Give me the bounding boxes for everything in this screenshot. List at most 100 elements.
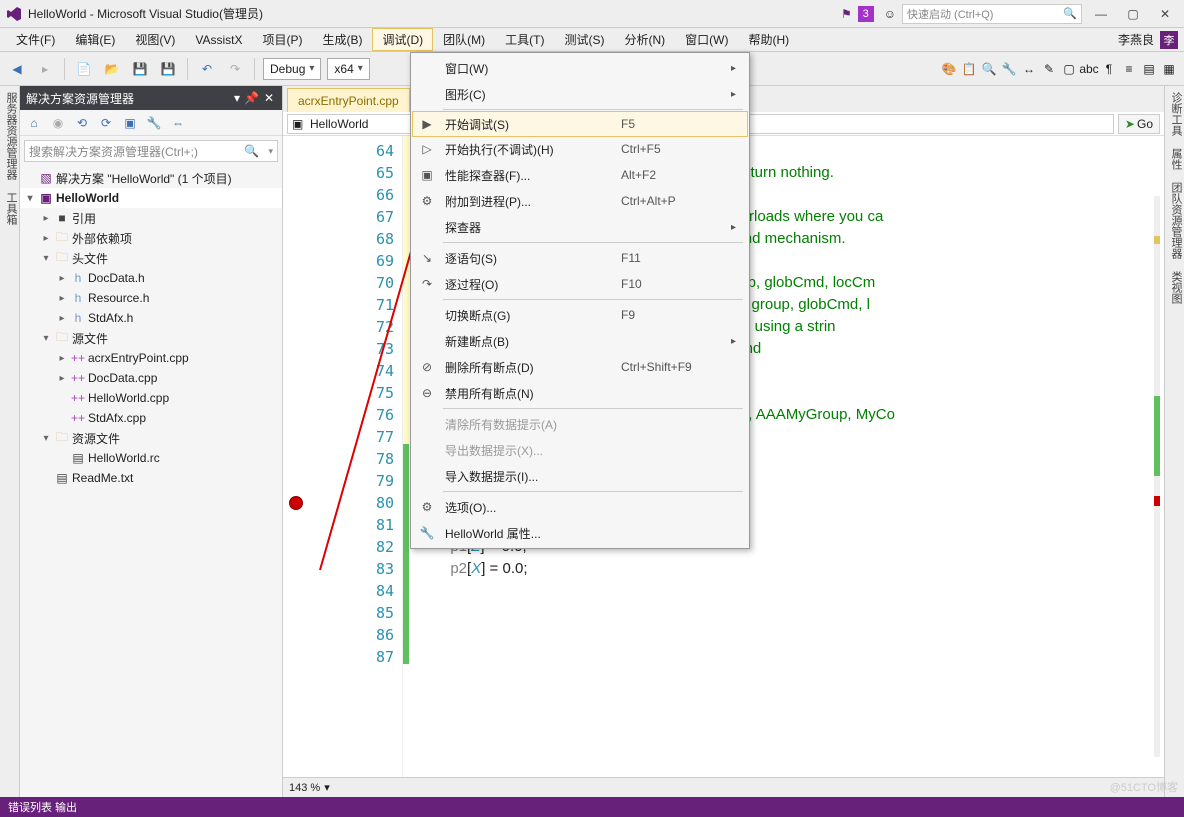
tree-node[interactable]: ▸■引用 [20,208,282,228]
line-number[interactable]: 82 [283,536,394,558]
save-all-button[interactable]: 💾 [157,58,179,80]
line-number[interactable]: 85 [283,602,394,624]
tb-icon[interactable]: ↔ [1020,60,1038,78]
tb-icon[interactable]: 🔍 [980,60,998,78]
chevron-down-icon[interactable]: ▾ [324,781,330,794]
quick-launch-input[interactable]: 快速启动 (Ctrl+Q) 🔍 [902,4,1082,24]
tree-node[interactable]: ▾🗀头文件 [20,248,282,268]
line-number[interactable]: 76 [283,404,394,426]
line-number[interactable]: 72 [283,316,394,338]
menu-item[interactable]: 分析(N) [614,28,675,51]
tb-icon[interactable]: ≡ [1120,60,1138,78]
collapse-icon[interactable]: ▣ [120,113,140,133]
menu-item[interactable]: 团队(M) [433,28,495,51]
tree-node[interactable]: ▸hStdAfx.h [20,308,282,328]
tree-node[interactable]: ▸hResource.h [20,288,282,308]
tree-node[interactable]: ▾▣HelloWorld [20,188,282,208]
undo-button[interactable]: ↶ [196,58,218,80]
menu-item[interactable]: 视图(V) [125,28,185,51]
nav-back-button[interactable]: ◀ [6,58,28,80]
breakpoint-icon[interactable] [289,496,303,510]
line-number[interactable]: 68 [283,228,394,250]
close-button[interactable]: ✕ [1152,3,1178,25]
tb-icon[interactable]: ¶ [1100,60,1118,78]
feedback-icon[interactable]: ☺ [884,7,896,21]
pin-icon[interactable]: 📌 [244,91,258,105]
menu-item[interactable]: ▷开始执行(不调试)(H)Ctrl+F5 [413,136,747,162]
line-gutter[interactable]: 6465666768697071727374757677787980818283… [283,136,403,777]
save-button[interactable]: 💾 [129,58,151,80]
menu-item[interactable]: 调试(D) [372,28,433,51]
tree-node[interactable]: ▸🗀外部依赖项 [20,228,282,248]
back-icon[interactable]: ◉ [48,113,68,133]
editor-tab[interactable]: acrxEntryPoint.cpp [287,88,410,112]
menu-item[interactable]: 生成(B) [312,28,372,51]
maximize-button[interactable]: ▢ [1120,3,1146,25]
line-number[interactable]: 66 [283,184,394,206]
new-project-button[interactable]: 📄 [73,58,95,80]
line-number[interactable]: 77 [283,426,394,448]
flag-icon[interactable]: ⚑ [841,7,852,21]
tree-node[interactable]: ++HelloWorld.cpp [20,388,282,408]
menu-item[interactable]: ↘逐语句(S)F11 [413,245,747,271]
menu-item[interactable]: ▶开始调试(S)F5 [412,111,748,137]
menu-item[interactable]: VAssistX [185,30,252,50]
menu-item[interactable]: ⚙选项(O)... [413,494,747,520]
line-number[interactable]: 73 [283,338,394,360]
tree-node[interactable]: ▤ReadMe.txt [20,468,282,488]
solution-tree[interactable]: ▧解决方案 "HelloWorld" (1 个项目)▾▣HelloWorld▸■… [20,166,282,797]
menu-item[interactable]: 导入数据提示(I)... [413,463,747,489]
tb-icon[interactable]: 📋 [960,60,978,78]
nav-fwd-button[interactable]: ▸ [34,58,56,80]
line-number[interactable]: 75 [283,382,394,404]
left-side-tabs[interactable]: 服务器资源管理器 工具箱 [0,86,20,797]
menu-item[interactable]: 文件(F) [6,28,65,51]
line-number[interactable]: 84 [283,580,394,602]
tb-icon[interactable]: ▤ [1140,60,1158,78]
view-icon[interactable]: ⇔ [168,113,188,133]
config-combo[interactable]: Debug▾ [263,58,321,80]
menu-item[interactable]: 🔧HelloWorld 属性... [413,520,747,546]
tree-node[interactable]: ▤HelloWorld.rc [20,448,282,468]
tree-node[interactable]: ▾🗀源文件 [20,328,282,348]
refresh-icon[interactable]: ⟳ [96,113,116,133]
line-number[interactable]: 67 [283,206,394,228]
panel-search-input[interactable]: 搜索解决方案资源管理器(Ctrl+;) 🔍 ▾ [24,140,278,162]
menu-item[interactable]: 帮助(H) [738,28,799,51]
tree-node[interactable]: ▧解决方案 "HelloWorld" (1 个项目) [20,168,282,188]
tree-node[interactable]: ▸++DocData.cpp [20,368,282,388]
notification-badge[interactable]: 3 [858,6,874,22]
tb-icon[interactable]: ▢ [1060,60,1078,78]
menu-item[interactable]: ⊘删除所有断点(D)Ctrl+Shift+F9 [413,354,747,380]
menu-item[interactable]: 编辑(E) [65,28,125,51]
close-panel-icon[interactable]: ✕ [262,91,276,105]
tree-node[interactable]: ▸++acrxEntryPoint.cpp [20,348,282,368]
line-number[interactable]: 70 [283,272,394,294]
menu-item[interactable]: ⚙附加到进程(P)...Ctrl+Alt+P [413,188,747,214]
menu-item[interactable]: 图形(C)▸ [413,81,747,107]
tb-icon[interactable]: abc [1080,60,1098,78]
line-number[interactable]: 74 [283,360,394,382]
menu-item[interactable]: ▣性能探查器(F)...Alt+F2 [413,162,747,188]
minimize-button[interactable]: — [1088,3,1114,25]
line-number[interactable]: 79 [283,470,394,492]
user-avatar[interactable]: 李 [1160,31,1178,49]
line-number[interactable]: 87 [283,646,394,668]
line-number[interactable]: 65 [283,162,394,184]
redo-button[interactable]: ↷ [224,58,246,80]
line-number[interactable]: 78 [283,448,394,470]
open-button[interactable]: 📂 [101,58,123,80]
user-name[interactable]: 李燕良 [1112,31,1160,48]
line-number[interactable]: 81 [283,514,394,536]
menu-item[interactable]: 新建断点(B)▸ [413,328,747,354]
line-number[interactable]: 69 [283,250,394,272]
props-icon[interactable]: 🔧 [144,113,164,133]
tb-icon[interactable]: 🎨 [940,60,958,78]
menu-item[interactable]: 项目(P) [252,28,312,51]
go-button[interactable]: ➤Go [1118,114,1160,134]
line-number[interactable]: 83 [283,558,394,580]
menu-item[interactable]: ↷逐过程(O)F10 [413,271,747,297]
tree-node[interactable]: ▾🗀资源文件 [20,428,282,448]
zoom-value[interactable]: 143 % [289,782,320,794]
menu-item[interactable]: 窗口(W)▸ [413,55,747,81]
